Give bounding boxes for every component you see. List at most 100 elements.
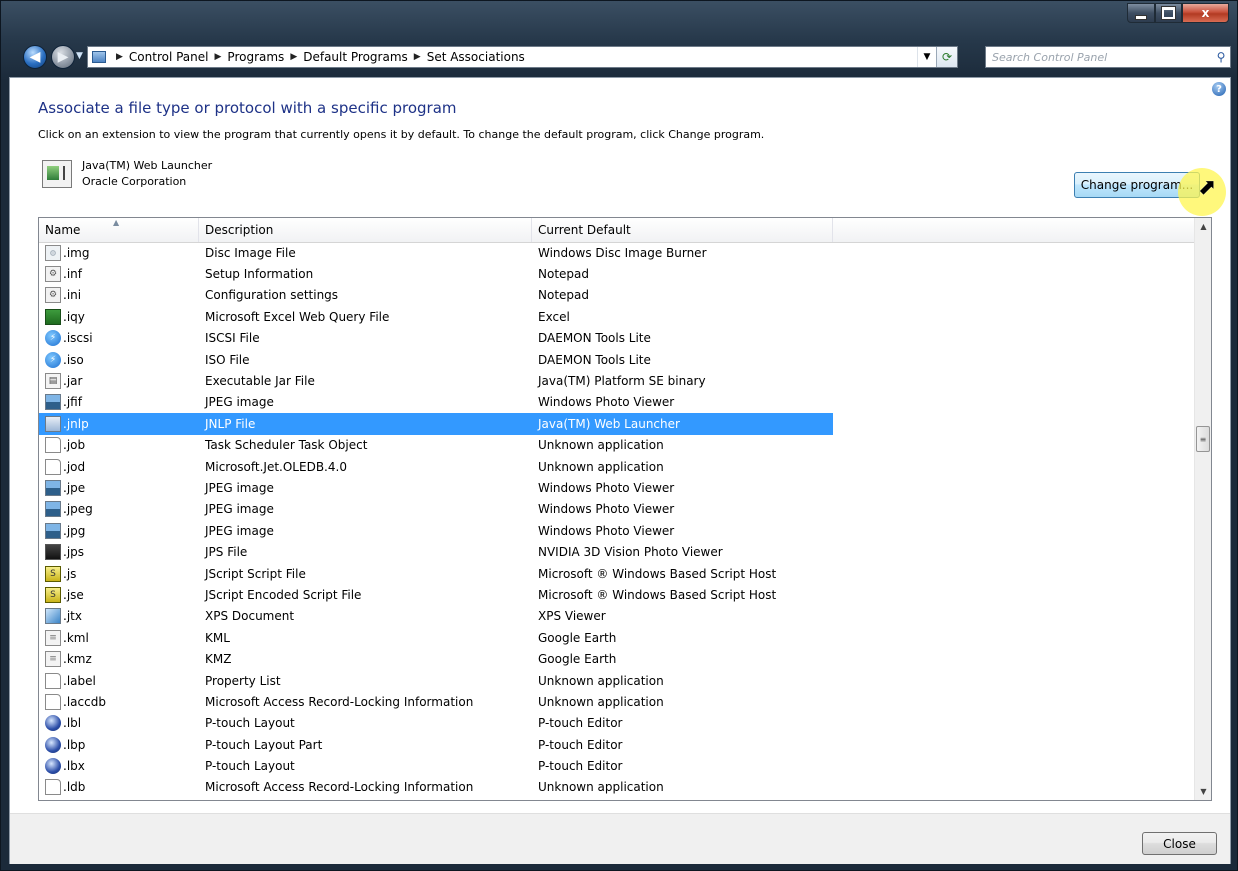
- table-row[interactable]: .jpg JPEG image Windows Photo Viewer: [39, 520, 1195, 541]
- breadcrumb-control-panel[interactable]: Control Panel: [129, 50, 209, 64]
- table-row[interactable]: .label Property List Unknown application: [39, 670, 1195, 691]
- cell-extension[interactable]: .img: [39, 242, 199, 263]
- address-bar[interactable]: ▶ Control Panel ▶ Programs ▶ Default Pro…: [87, 46, 958, 68]
- cell-extension[interactable]: .lbx: [39, 755, 199, 776]
- extension-label: .jod: [63, 459, 86, 474]
- blank-file-icon: [45, 693, 61, 710]
- column-header-label: Name: [45, 223, 81, 237]
- minimize-button[interactable]: [1127, 3, 1155, 23]
- cell-description: P-touch Layout: [205, 759, 295, 774]
- cell-extension[interactable]: .jpe: [39, 477, 199, 498]
- close-window-button[interactable]: x: [1182, 3, 1229, 23]
- cell-extension[interactable]: .jps: [39, 541, 199, 562]
- xps-icon: [45, 608, 61, 625]
- cell-extension[interactable]: .lbl: [39, 713, 199, 734]
- associations-list[interactable]: Name ▲ Description Current Default .img D…: [38, 217, 1212, 801]
- breadcrumb-separator-icon[interactable]: ▶: [215, 52, 222, 62]
- column-header-current-default[interactable]: Current Default: [532, 218, 833, 242]
- scroll-up-icon[interactable]: ▲: [1195, 218, 1211, 235]
- cell-extension[interactable]: ▤ .jar: [39, 370, 199, 391]
- cell-extension[interactable]: .jpeg: [39, 499, 199, 520]
- cell-extension[interactable]: S .js: [39, 563, 199, 584]
- breadcrumb-default-programs[interactable]: Default Programs: [303, 50, 408, 64]
- search-icon[interactable]: ⚲: [1212, 50, 1230, 64]
- table-row[interactable]: .jps JPS File NVIDIA 3D Vision Photo Viewe…: [39, 541, 1195, 562]
- cell-description: JPEG image: [205, 480, 274, 495]
- table-row[interactable]: .ldb Microsoft Access Record-Locking Info…: [39, 777, 1195, 798]
- cell-extension[interactable]: .ldb: [39, 777, 199, 798]
- photo-icon: [45, 522, 61, 539]
- search-box[interactable]: ⚲: [985, 46, 1231, 68]
- refresh-icon[interactable]: ⟳: [936, 47, 957, 67]
- table-row[interactable]: .jtx XPS Document XPS Viewer: [39, 606, 1195, 627]
- cell-extension[interactable]: .jnlp: [39, 413, 199, 435]
- search-input[interactable]: [986, 48, 1212, 66]
- table-row[interactable]: .jnlp JNLP File Java(TM) Web Launcher: [39, 413, 1195, 435]
- table-row[interactable]: S .js JScript Script File Microsoft ® Windo…: [39, 563, 1195, 584]
- cell-extension[interactable]: ⚡ .iso: [39, 349, 199, 370]
- cell-description: P-touch Layout: [205, 716, 295, 731]
- breadcrumb-set-associations[interactable]: Set Associations: [427, 50, 525, 64]
- cell-extension[interactable]: .label: [39, 670, 199, 691]
- maximize-icon: [1162, 7, 1175, 19]
- table-row[interactable]: ⚙ .inf Setup Information Notepad: [39, 263, 1195, 284]
- vertical-scrollbar[interactable]: ▲ ≡ ▼: [1194, 218, 1211, 800]
- blank-file-icon: [45, 458, 61, 475]
- kml-icon: ≡: [45, 629, 61, 646]
- breadcrumb-separator-icon[interactable]: ▶: [116, 52, 123, 62]
- breadcrumb-separator-icon[interactable]: ▶: [414, 52, 421, 62]
- table-row[interactable]: .jfif JPEG image Windows Photo Viewer: [39, 392, 1195, 413]
- table-row[interactable]: .jod Microsoft.Jet.OLEDB.4.0 Unknown appli…: [39, 456, 1195, 477]
- cell-current-default: P-touch Editor: [538, 737, 623, 752]
- table-row[interactable]: .lbx P-touch Layout P-touch Editor: [39, 755, 1195, 776]
- table-row[interactable]: ▤ .jar Executable Jar File Java(TM) Platfor…: [39, 370, 1195, 391]
- table-row[interactable]: .iqy Microsoft Excel Web Query File Excel: [39, 306, 1195, 327]
- forward-button[interactable]: ▶: [51, 45, 75, 69]
- cell-extension[interactable]: .job: [39, 435, 199, 456]
- table-row[interactable]: .lbl P-touch Layout P-touch Editor: [39, 713, 1195, 734]
- back-button[interactable]: ◀: [23, 45, 47, 69]
- table-row[interactable]: S .jse JScript Encoded Script File Microsof…: [39, 584, 1195, 605]
- table-row[interactable]: ⚙ .ini Configuration settings Notepad: [39, 285, 1195, 306]
- column-header-name[interactable]: Name ▲: [39, 218, 199, 242]
- breadcrumb-separator-icon[interactable]: ▶: [290, 52, 297, 62]
- cell-extension[interactable]: .jtx: [39, 606, 199, 627]
- cell-extension[interactable]: ⚙ .inf: [39, 263, 199, 284]
- table-row[interactable]: .lbp P-touch Layout Part P-touch Editor: [39, 734, 1195, 755]
- table-row[interactable]: .jpe JPEG image Windows Photo Viewer: [39, 477, 1195, 498]
- cell-extension[interactable]: S .jse: [39, 584, 199, 605]
- cell-current-default: Unknown application: [538, 438, 664, 453]
- table-row[interactable]: .job Task Scheduler Task Object Unknown ap…: [39, 435, 1195, 456]
- cell-extension[interactable]: ⚡ .iscsi: [39, 328, 199, 349]
- table-row[interactable]: ⚡ .iscsi ISCSI File DAEMON Tools Lite: [39, 328, 1195, 349]
- forward-arrow-icon: ▶: [57, 49, 69, 65]
- recent-pages-dropdown-icon[interactable]: ▼: [76, 51, 83, 61]
- cell-extension[interactable]: ≡ .kmz: [39, 648, 199, 669]
- help-icon[interactable]: ?: [1212, 82, 1226, 96]
- cell-extension[interactable]: .laccdb: [39, 691, 199, 712]
- cell-extension[interactable]: .iqy: [39, 306, 199, 327]
- cell-description: ISO File: [205, 352, 250, 367]
- table-row[interactable]: ⚡ .iso ISO File DAEMON Tools Lite: [39, 349, 1195, 370]
- table-row[interactable]: .jpeg JPEG image Windows Photo Viewer: [39, 499, 1195, 520]
- breadcrumb-programs[interactable]: Programs: [227, 50, 284, 64]
- scrollbar-thumb[interactable]: ≡: [1196, 426, 1210, 452]
- cell-extension[interactable]: .lbp: [39, 734, 199, 755]
- cell-extension[interactable]: ⚙ .ini: [39, 285, 199, 306]
- table-row[interactable]: ≡ .kmz KMZ Google Earth: [39, 648, 1195, 669]
- cell-extension[interactable]: .jod: [39, 456, 199, 477]
- table-row[interactable]: .img Disc Image File Windows Disc Image Bu…: [39, 242, 1195, 263]
- table-row[interactable]: .laccdb Microsoft Access Record-Locking I…: [39, 691, 1195, 712]
- cell-extension[interactable]: .jfif: [39, 392, 199, 413]
- cell-extension[interactable]: .jpg: [39, 520, 199, 541]
- cell-current-default: Java(TM) Platform SE binary: [538, 374, 706, 389]
- page-title: Associate a file type or protocol with a…: [38, 99, 457, 117]
- column-header-description[interactable]: Description: [199, 218, 532, 242]
- cell-extension[interactable]: ≡ .kml: [39, 627, 199, 648]
- address-dropdown-icon[interactable]: ▼: [917, 47, 936, 67]
- close-button[interactable]: Close: [1142, 832, 1217, 855]
- breadcrumb: ▶ Control Panel ▶ Programs ▶ Default Pro…: [110, 50, 525, 64]
- maximize-button[interactable]: [1155, 3, 1182, 23]
- table-row[interactable]: ≡ .kml KML Google Earth: [39, 627, 1195, 648]
- scroll-down-icon[interactable]: ▼: [1195, 783, 1211, 800]
